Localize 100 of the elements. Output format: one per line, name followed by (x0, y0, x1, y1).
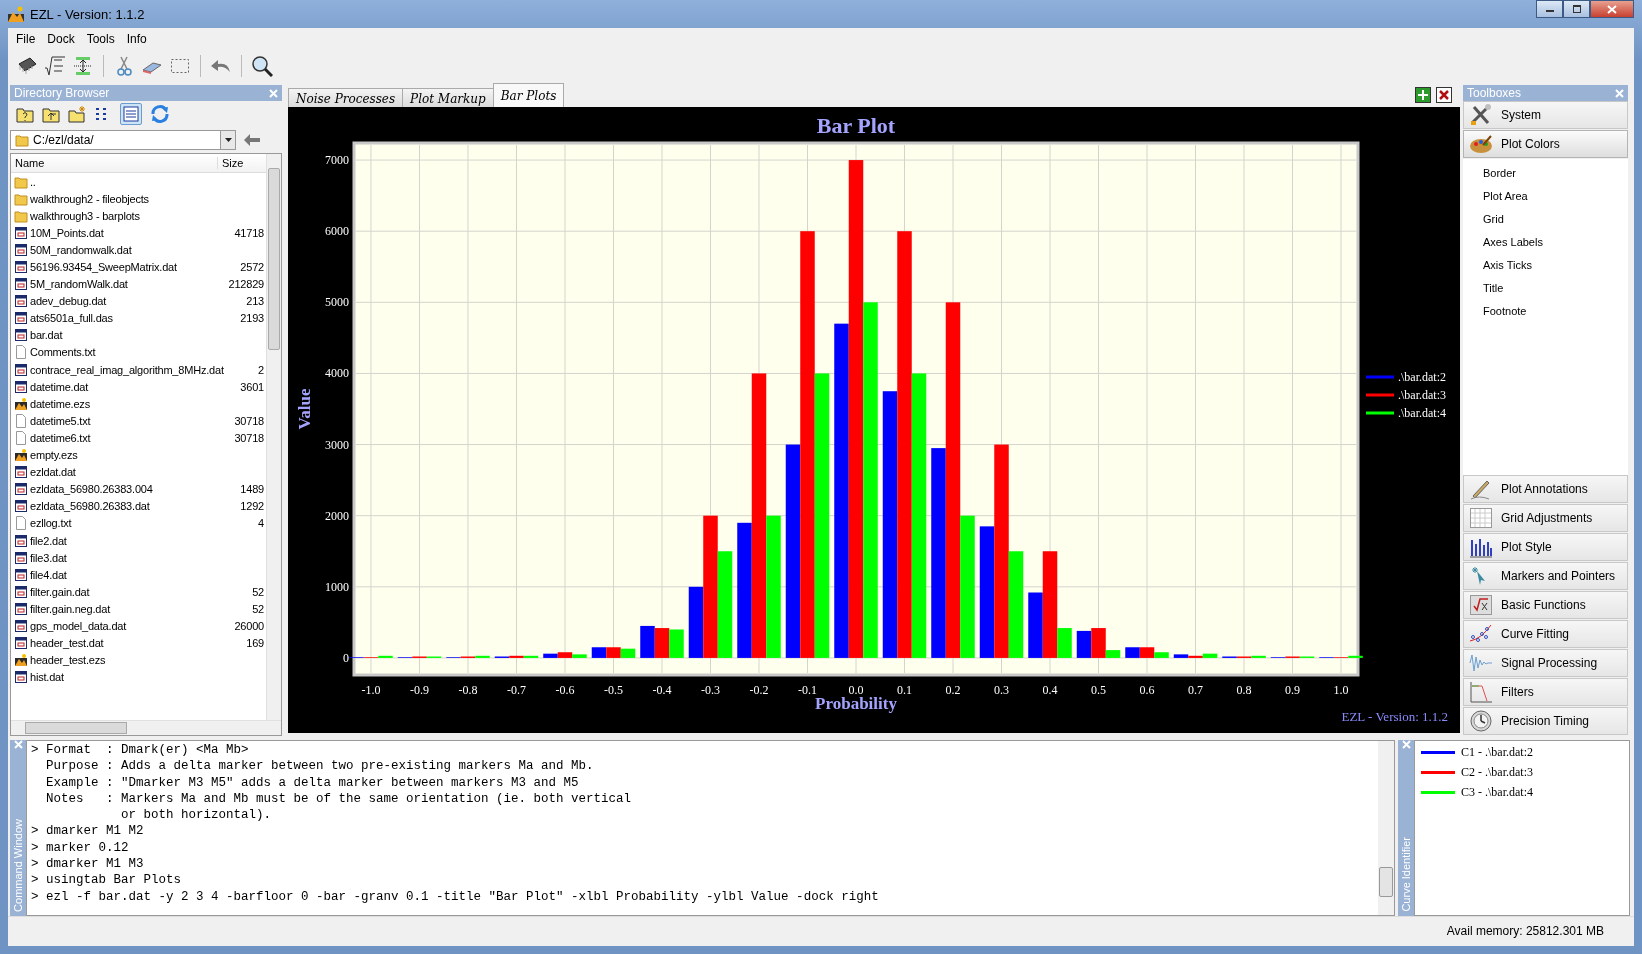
tab[interactable]: Bar Plots (492, 83, 565, 107)
vertical-scrollbar[interactable] (266, 154, 281, 720)
file-name[interactable]: ezldata_56980.26383.dat (30, 500, 239, 513)
minimize-button[interactable] (1536, 0, 1563, 18)
toolbox-section[interactable]: Plot Style (1463, 533, 1628, 561)
x-tick-label: -1.0 (361, 683, 381, 697)
data-file-icon (14, 379, 28, 394)
data-file-icon (14, 277, 28, 292)
fit-height-icon[interactable] (72, 55, 94, 77)
vertical-scrollbar[interactable] (1378, 741, 1394, 915)
column-header[interactable]: Name (11, 157, 217, 169)
file-name[interactable]: walkthrough3 - barplots (30, 209, 266, 222)
toolbox-section[interactable]: System (1463, 101, 1628, 129)
tab[interactable]: Plot Markup (402, 88, 494, 107)
console-line: > ezl -f bar.dat -y 2 3 4 -barfloor 0 -bar -granv 0.1 -title "Bar Plot" -xlbl Probability -ylbl Value -dock right (31, 889, 880, 906)
x-tick-label: -0.6 (555, 683, 575, 697)
toolbox-section[interactable]: Grid Adjustments (1463, 504, 1628, 532)
curve-label: C2 - .\bar.dat:3 (1461, 765, 1533, 780)
file-name[interactable]: ats6501a_full.das (30, 312, 239, 325)
file-name[interactable]: empty.ezs (30, 449, 266, 462)
toolbox-item[interactable]: Axes Labels (1483, 236, 1628, 259)
clock-icon (1469, 710, 1493, 732)
toolbox-item[interactable]: Plot Area (1483, 190, 1628, 213)
file-size: 52 (252, 585, 265, 598)
y-tick-label: 3000 (325, 437, 349, 452)
file-name[interactable]: ezllog.txt (30, 517, 257, 530)
file-name[interactable]: filter.gain.neg.dat (30, 602, 251, 615)
chip-icon[interactable] (16, 55, 38, 77)
file-name[interactable]: ezldata_56980.26383.004 (30, 483, 239, 496)
file-name[interactable]: 56196.93454_SweepMatrix.dat (30, 261, 239, 273)
new-folder-icon[interactable] (68, 105, 86, 123)
data-file-icon (14, 328, 28, 343)
x-tick-label: -0.3 (701, 683, 720, 697)
data-file-icon (14, 601, 28, 616)
zoom-icon[interactable] (251, 55, 273, 77)
file-name[interactable]: datetime.ezs (30, 397, 266, 410)
data-file-icon (14, 362, 28, 377)
up-folder-icon[interactable] (42, 105, 60, 123)
back-icon[interactable] (244, 134, 260, 146)
file-name[interactable]: file3.dat (30, 551, 266, 564)
menu-item[interactable]: File (10, 30, 42, 48)
help-folder-icon[interactable] (16, 105, 34, 123)
menu-item[interactable]: Info (120, 30, 153, 48)
close-icon (1615, 88, 1624, 98)
file-name[interactable]: file2.dat (30, 534, 266, 547)
file-name[interactable]: datetime.dat (30, 380, 239, 393)
file-name[interactable]: filter.gain.dat (30, 585, 251, 598)
toolbox-section[interactable]: Markers and Pointers (1463, 562, 1628, 590)
file-name[interactable]: hist.dat (30, 671, 266, 684)
file-name[interactable]: contrace_real_imag_algorithm_8MHz.dat (30, 363, 257, 376)
file-name[interactable]: file4.dat (30, 568, 266, 581)
console[interactable] (26, 740, 1395, 916)
toolbox-item[interactable]: Grid (1483, 213, 1628, 236)
file-name[interactable]: header_test.ezs (30, 654, 266, 667)
path-dropdown[interactable]: C:/ezl/data/ (10, 130, 236, 150)
file-name[interactable]: .. (30, 175, 266, 188)
file-name[interactable]: 10M_Points.dat (30, 226, 233, 239)
data-file-icon (14, 636, 28, 651)
file-name[interactable]: 5M_randomWalk.dat (30, 278, 227, 291)
file-name[interactable]: datetime5.txt (30, 414, 233, 427)
file-name[interactable]: header_test.dat (30, 637, 245, 650)
data-file-icon (14, 567, 28, 582)
toolbox-item[interactable]: Border (1483, 167, 1628, 190)
file-name[interactable]: Comments.txt (30, 346, 266, 359)
horizontal-scrollbar[interactable] (11, 720, 281, 735)
formula-icon[interactable] (44, 55, 66, 77)
toolbox-item[interactable]: Title (1483, 282, 1628, 305)
toolbox-item[interactable]: Footnote (1483, 305, 1628, 328)
toolbox-item[interactable]: Axis Ticks (1483, 259, 1628, 282)
console-line: > dmarker M1 M3 (31, 857, 145, 874)
file-name[interactable]: gps_model_data.dat (30, 620, 233, 632)
add-tab-icon[interactable] (1415, 87, 1431, 103)
refresh-icon[interactable] (150, 104, 170, 124)
panel-title: Directory Browser (14, 86, 110, 100)
details-view-icon[interactable] (121, 104, 141, 124)
close-button[interactable] (1590, 0, 1634, 18)
menu-item[interactable]: Tools (80, 30, 121, 48)
file-name[interactable]: datetime6.txt (30, 431, 233, 444)
bars-icon (1469, 536, 1493, 558)
tab[interactable]: Noise Processes (288, 88, 404, 107)
toolbox-section[interactable]: Signal Processing (1463, 649, 1628, 677)
toolbox-section[interactable]: Plot Colors (1463, 130, 1628, 158)
file-name[interactable]: adev_debug.dat (30, 295, 245, 308)
file-name[interactable]: 50M_randomwalk.dat (30, 243, 266, 256)
file-name[interactable]: bar.dat (30, 329, 266, 342)
toolbox-section[interactable]: Curve Fitting (1463, 620, 1628, 648)
menu-item[interactable]: Dock (41, 30, 81, 48)
x-tick-label: 0.0 (848, 683, 864, 697)
file-name[interactable]: ezldat.dat (30, 466, 266, 479)
toolbox-section[interactable]: Precision Timing (1463, 707, 1628, 735)
file-name[interactable]: walkthrough2 - fileobjects (30, 192, 266, 205)
maximize-button[interactable] (1563, 0, 1590, 18)
toolbox-section[interactable]: Filters (1463, 678, 1628, 706)
close-tab-icon[interactable] (1436, 87, 1452, 103)
x-tick-label: -0.2 (749, 683, 769, 697)
x-tick-label: -0.7 (507, 683, 526, 697)
toolbox-section[interactable]: Plot Annotations (1463, 475, 1628, 503)
toolbox-section[interactable]: Basic Functions (1463, 591, 1628, 619)
x-tick-label: 0.7 (1188, 683, 1203, 697)
data-file-icon (14, 533, 28, 548)
